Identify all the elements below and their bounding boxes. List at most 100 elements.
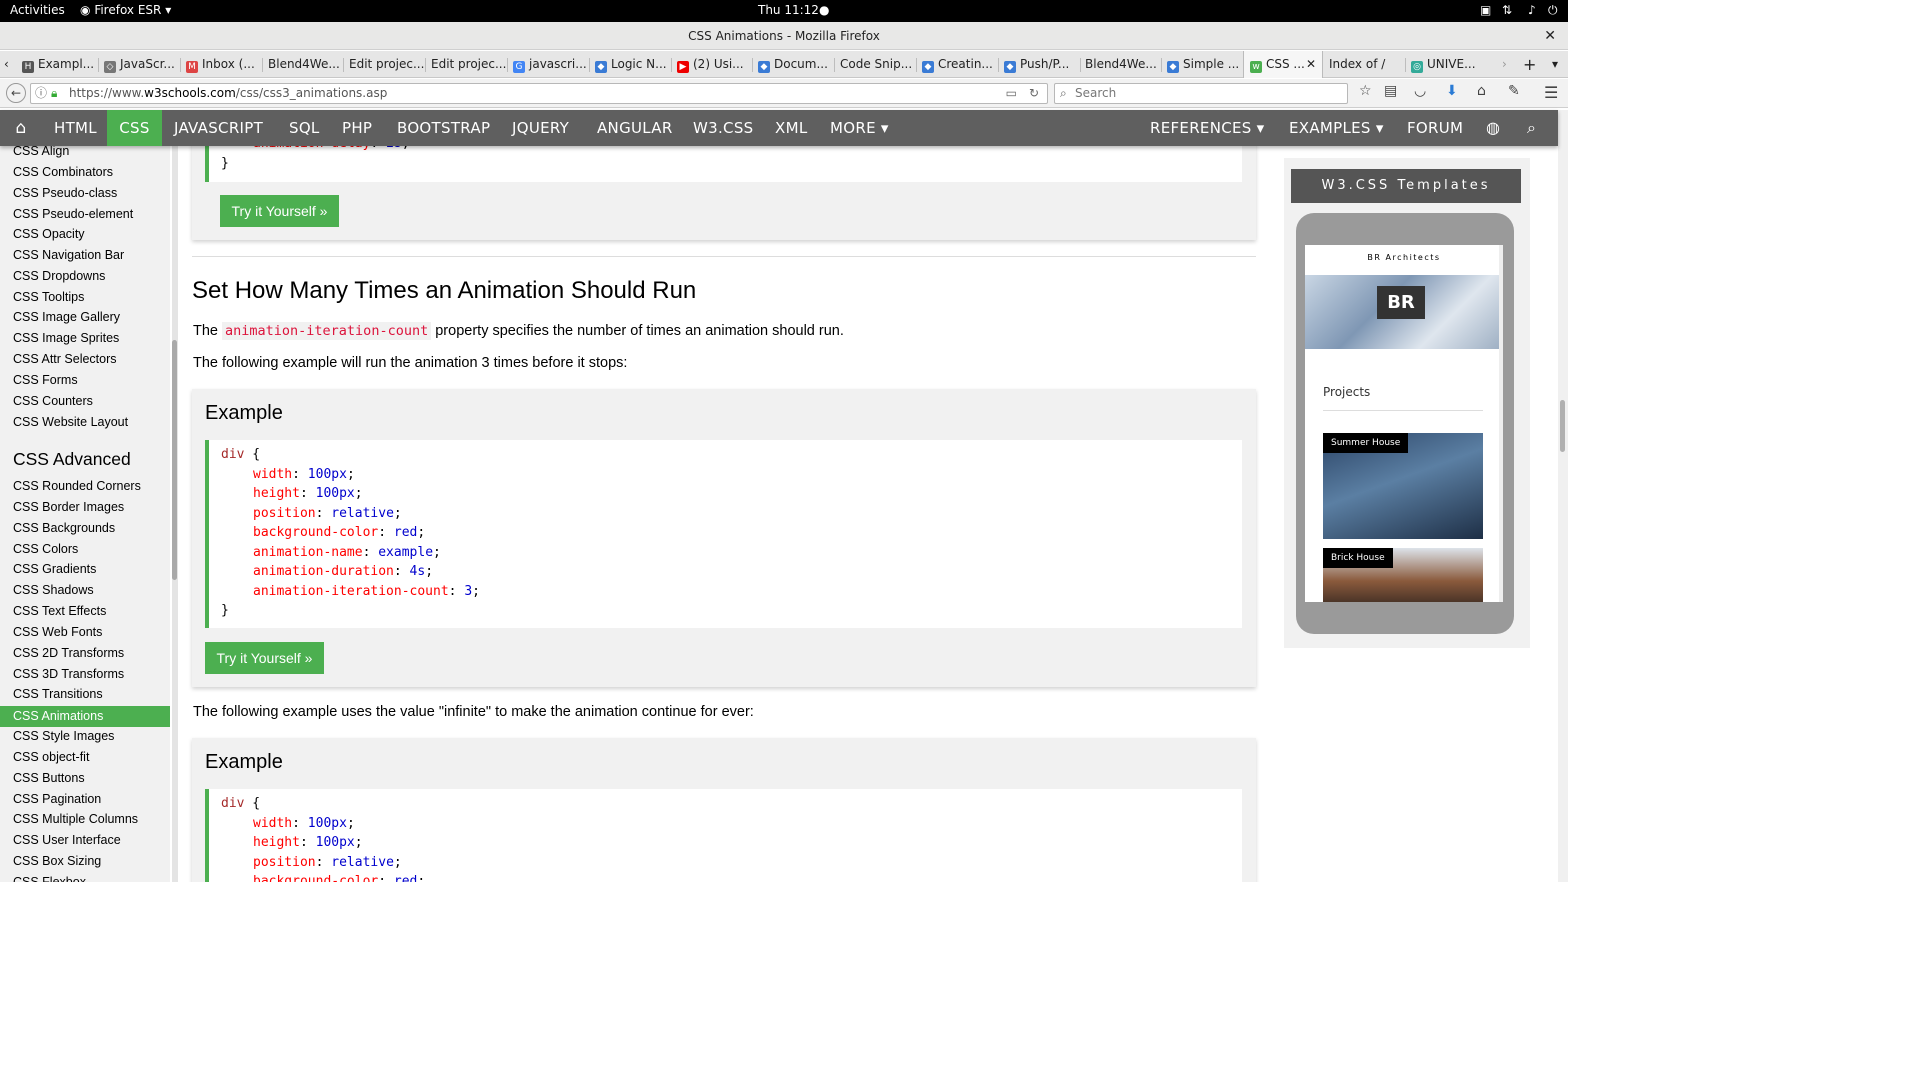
sidebar-item-active[interactable]: CSS Animations — [0, 706, 170, 727]
sidebar-item[interactable]: CSS Align — [0, 146, 170, 162]
sidebar-item[interactable]: CSS Shadows — [0, 580, 170, 601]
home-icon[interactable]: ⌂ — [1477, 83, 1486, 99]
sidebar-item[interactable]: CSS 2D Transforms — [0, 643, 170, 664]
sidebar-item[interactable]: CSS User Interface — [0, 830, 170, 851]
page-scroll-thumb[interactable] — [1560, 400, 1565, 452]
info-icon[interactable]: ⓘ — [35, 84, 47, 103]
sidebar-item[interactable]: CSS object-fit — [0, 747, 170, 768]
tab-item[interactable]: Index of / — [1329, 51, 1405, 78]
nav-xml[interactable]: XML — [775, 110, 807, 146]
nav-w3css[interactable]: W3.CSS — [693, 110, 753, 146]
sidebar-item[interactable]: CSS Pseudo-element — [0, 204, 170, 225]
tab-item-active[interactable]: w CSS ... ✕ — [1243, 51, 1323, 78]
sidebar-item[interactable]: CSS Pagination — [0, 789, 170, 810]
sidebar-item[interactable]: CSS Pseudo-class — [0, 183, 170, 204]
tab-item[interactable]: Edit projec... — [431, 51, 507, 78]
sidebar-item[interactable]: CSS Text Effects — [0, 601, 170, 622]
volume-icon[interactable]: ♪ — [1528, 3, 1536, 17]
tab-item[interactable]: Blend4We... — [268, 51, 344, 78]
sidebar-item[interactable]: CSS Gradients — [0, 559, 170, 580]
bookmark-star-icon[interactable]: ☆ — [1359, 83, 1372, 99]
tab-item[interactable]: Gjavascri... — [513, 51, 589, 78]
tab-item[interactable]: ◆ Creatin... — [922, 51, 998, 78]
new-tab-icon[interactable]: + — [1523, 51, 1537, 78]
tab-item[interactable]: M Inbox (... — [186, 51, 262, 78]
nav-bootstrap[interactable]: BOOTSTRAP — [397, 110, 490, 146]
nav-jquery[interactable]: JQUERY — [512, 110, 569, 146]
tab-item[interactable]: ◆ Push/P... — [1004, 51, 1080, 78]
sidebar-item[interactable]: CSS Combinators — [0, 162, 170, 183]
try-it-yourself-button[interactable]: Try it Yourself » — [220, 195, 339, 227]
download-icon[interactable]: ⬇ — [1446, 83, 1458, 99]
tab-item[interactable]: ◇ JavaScr... — [104, 51, 180, 78]
tab-item[interactable]: H Exampl... — [22, 51, 98, 78]
tab-scroll-right-icon[interactable]: › — [1502, 51, 1512, 78]
sidebar-item[interactable]: CSS Backgrounds — [0, 518, 170, 539]
close-tab-icon[interactable]: ✕ — [1306, 51, 1316, 78]
tab-item[interactable]: ◆ Logic N... — [595, 51, 671, 78]
tab-item[interactable]: Code Snip... — [840, 51, 916, 78]
sidebar-item[interactable]: CSS Flexbox — [0, 872, 170, 882]
search-field[interactable]: ⌕ Search — [1054, 83, 1348, 104]
sidebar-item[interactable]: CSS Transitions — [0, 684, 170, 705]
sidebar-scroll-thumb[interactable] — [172, 340, 177, 580]
tab-item[interactable]: Edit projec... — [349, 51, 425, 78]
nav-examples[interactable]: EXAMPLES ▾ — [1289, 110, 1384, 146]
tab-list-icon[interactable]: ▾ — [1552, 51, 1562, 78]
nav-css[interactable]: CSS — [107, 110, 162, 146]
tab-item[interactable]: ◆ Docum... — [758, 51, 834, 78]
reader-view-icon[interactable]: ▭ — [1006, 84, 1017, 103]
nav-angular[interactable]: ANGULAR — [597, 110, 673, 146]
sidebar-item[interactable]: CSS Forms — [0, 370, 170, 391]
network-icon[interactable]: ⇅ — [1502, 3, 1512, 17]
nav-php[interactable]: PHP — [342, 110, 372, 146]
sidebar-item[interactable]: CSS Box Sizing — [0, 851, 170, 872]
home-icon[interactable]: ⌂ — [0, 110, 42, 146]
extension-icon[interactable]: ✎ — [1508, 83, 1520, 99]
sidebar-item[interactable]: CSS Web Fonts — [0, 622, 170, 643]
nav-references[interactable]: REFERENCES ▾ — [1150, 110, 1265, 146]
app-menu[interactable]: ◉ Firefox ESR ▾ — [80, 3, 171, 17]
clock[interactable]: Thu 11:12● — [758, 3, 829, 17]
power-icon[interactable]: ⏻ — [1548, 3, 1558, 18]
tab-item[interactable]: Blend4We... — [1085, 51, 1161, 78]
back-icon[interactable]: ← — [6, 83, 26, 103]
sidebar-item[interactable]: CSS Navigation Bar — [0, 245, 170, 266]
search-icon[interactable]: ⌕ — [1527, 110, 1536, 146]
sidebar-item[interactable]: CSS Website Layout — [0, 412, 170, 433]
sidebar-item[interactable]: CSS Tooltips — [0, 287, 170, 308]
tab-item[interactable]: ◎ UNIVE... — [1411, 51, 1487, 78]
reload-icon[interactable]: ↻ — [1029, 84, 1039, 103]
page-scrollbar[interactable] — [1558, 110, 1568, 882]
try-it-yourself-button[interactable]: Try it Yourself » — [205, 642, 324, 674]
sidebar-item[interactable]: CSS Opacity — [0, 224, 170, 245]
url-bar[interactable]: ⓘ 🔒︎ https://www.w3schools.com/css/css3_… — [30, 83, 1048, 104]
nav-forum[interactable]: FORUM — [1407, 110, 1463, 146]
sidebar-item[interactable]: CSS Multiple Columns — [0, 809, 170, 830]
sidebar-item[interactable]: CSS Attr Selectors — [0, 349, 170, 370]
nav-sql[interactable]: SQL — [289, 110, 320, 146]
sidebar-item[interactable]: CSS Image Gallery — [0, 307, 170, 328]
nav-more[interactable]: MORE ▾ — [830, 110, 889, 146]
pocket-icon[interactable]: ◡ — [1414, 83, 1426, 99]
nav-javascript[interactable]: JAVASCRIPT — [174, 110, 263, 146]
sidebar-item[interactable]: CSS 3D Transforms — [0, 664, 170, 685]
close-window-icon[interactable]: ✕ — [1544, 22, 1556, 50]
sidebar-item[interactable]: CSS Image Sprites — [0, 328, 170, 349]
sidebar-item[interactable]: CSS Colors — [0, 539, 170, 560]
hamburger-menu-icon[interactable]: ☰ — [1544, 83, 1558, 102]
window-icon[interactable]: ▣ — [1480, 3, 1491, 17]
tab-scroll-left-icon[interactable]: ‹ — [4, 51, 16, 78]
bookmarks-list-icon[interactable]: ▤ — [1384, 83, 1397, 99]
sidebar-item[interactable]: CSS Rounded Corners — [0, 476, 170, 497]
sidebar-item[interactable]: CSS Style Images — [0, 726, 170, 747]
tab-item[interactable]: ▶ (2) Usi... — [677, 51, 753, 78]
sidebar-item[interactable]: CSS Buttons — [0, 768, 170, 789]
templates-ad-panel[interactable]: W3.CSS Templates BR Architects BR Projec… — [1284, 158, 1530, 648]
activities-button[interactable]: Activities — [10, 3, 65, 17]
sidebar-item[interactable]: CSS Border Images — [0, 497, 170, 518]
sidebar-item[interactable]: CSS Dropdowns — [0, 266, 170, 287]
sidebar-item[interactable]: CSS Counters — [0, 391, 170, 412]
tab-item[interactable]: ◆ Simple ... — [1167, 51, 1243, 78]
nav-html[interactable]: HTML — [54, 110, 97, 146]
